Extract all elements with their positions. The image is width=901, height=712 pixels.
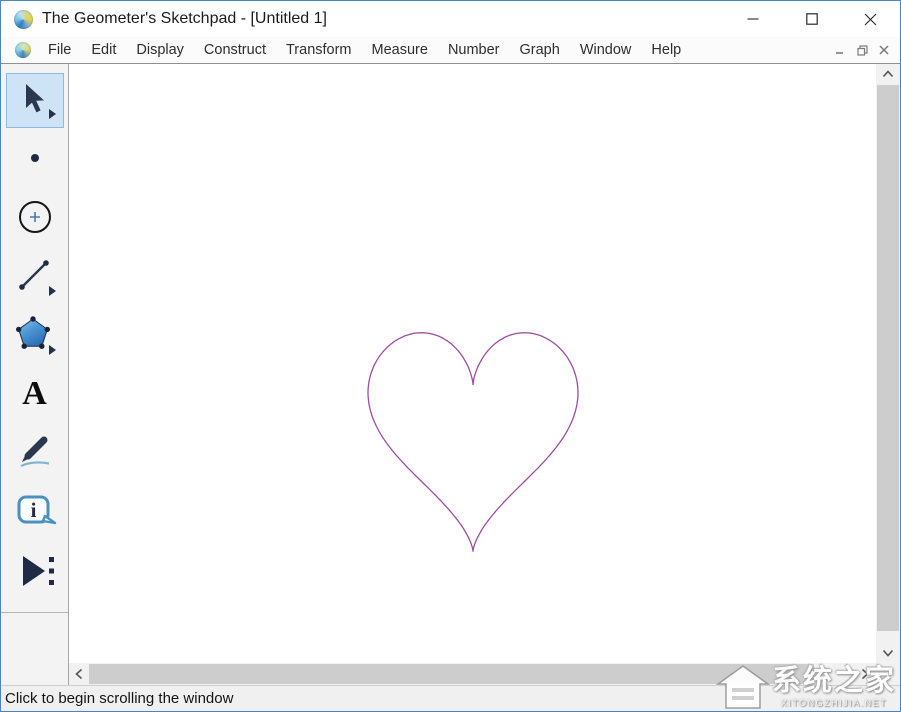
scroll-down-button[interactable] (876, 643, 900, 663)
maximize-button[interactable] (782, 1, 841, 37)
heart-curve-drawing (69, 64, 876, 663)
mdi-window-controls (829, 40, 895, 60)
svg-text:i: i (30, 498, 36, 522)
scrollbar-corner (876, 663, 900, 685)
window-title: The Geometer's Sketchpad - [Untitled 1] (42, 10, 327, 28)
menu-bar: File Edit Display Construct Transform Me… (1, 37, 900, 64)
mdi-restore-icon (857, 45, 868, 56)
document-icon[interactable] (15, 42, 31, 58)
toolbar-bottom-corner (1, 663, 69, 685)
main-area: A i (1, 64, 900, 663)
flyout-arrow-icon (49, 109, 56, 119)
minimize-icon (747, 13, 759, 25)
window-controls (723, 1, 900, 37)
app-window: The Geometer's Sketchpad - [Untitled 1] … (0, 0, 901, 712)
scroll-left-button[interactable] (69, 663, 88, 685)
bottom-scroll-row (1, 663, 900, 685)
mdi-restore-button[interactable] (851, 40, 873, 60)
letter-a-icon: A (22, 377, 47, 411)
menu-window[interactable]: Window (570, 39, 642, 61)
chevron-down-icon (882, 649, 894, 657)
play-dots-icon (13, 549, 57, 593)
tool-palette: A i (1, 64, 69, 663)
scroll-up-button[interactable] (876, 64, 900, 84)
close-icon (864, 13, 877, 26)
title-bar: The Geometer's Sketchpad - [Untitled 1] (1, 1, 900, 37)
menu-measure[interactable]: Measure (362, 39, 438, 61)
circle-plus-icon (13, 195, 57, 239)
chevron-right-icon (861, 668, 869, 680)
mdi-minimize-icon (835, 45, 845, 55)
menu-number[interactable]: Number (438, 39, 510, 61)
heart-curve[interactable] (368, 333, 578, 552)
selection-arrow-tool[interactable] (6, 73, 64, 128)
status-bar: Click to begin scrolling the window (1, 685, 900, 711)
information-tool[interactable]: i (6, 482, 64, 541)
menu-display[interactable]: Display (126, 39, 194, 61)
menu-construct[interactable]: Construct (194, 39, 276, 61)
polygon-tool[interactable] (6, 305, 64, 364)
marker-tool[interactable] (6, 423, 64, 482)
chevron-up-icon (882, 70, 894, 78)
app-logo-icon (14, 10, 33, 29)
mdi-close-button[interactable] (873, 40, 895, 60)
menu-graph[interactable]: Graph (510, 39, 570, 61)
menu-transform[interactable]: Transform (276, 39, 362, 61)
menu-edit[interactable]: Edit (81, 39, 126, 61)
flyout-arrow-icon (49, 286, 56, 296)
menu-items: File Edit Display Construct Transform Me… (38, 39, 691, 61)
compass-tool[interactable] (6, 187, 64, 246)
toolbar-separator (1, 612, 68, 613)
scroll-right-button[interactable] (854, 663, 876, 685)
sketch-canvas[interactable] (69, 64, 876, 663)
menu-help[interactable]: Help (641, 39, 691, 61)
close-button[interactable] (841, 1, 900, 37)
custom-tool[interactable] (6, 541, 64, 600)
chevron-left-icon (75, 668, 83, 680)
minimize-button[interactable] (723, 1, 782, 37)
point-tool[interactable] (6, 128, 64, 187)
text-tool[interactable]: A (6, 364, 64, 423)
mdi-close-icon (879, 45, 889, 55)
straightedge-tool[interactable] (6, 246, 64, 305)
mdi-minimize-button[interactable] (829, 40, 851, 60)
maximize-icon (806, 13, 818, 25)
menu-file[interactable]: File (38, 39, 81, 61)
status-message: Click to begin scrolling the window (5, 690, 233, 707)
vertical-scroll-thumb[interactable] (877, 85, 899, 631)
vertical-scrollbar (876, 64, 900, 663)
info-balloon-icon: i (12, 490, 58, 534)
vertical-scroll-track[interactable] (876, 84, 900, 643)
horizontal-scrollbar[interactable] (69, 663, 876, 685)
marker-pen-icon (13, 431, 57, 475)
horizontal-scroll-thumb[interactable] (89, 664, 814, 684)
dot-icon (13, 136, 57, 180)
flyout-arrow-icon (49, 345, 56, 355)
